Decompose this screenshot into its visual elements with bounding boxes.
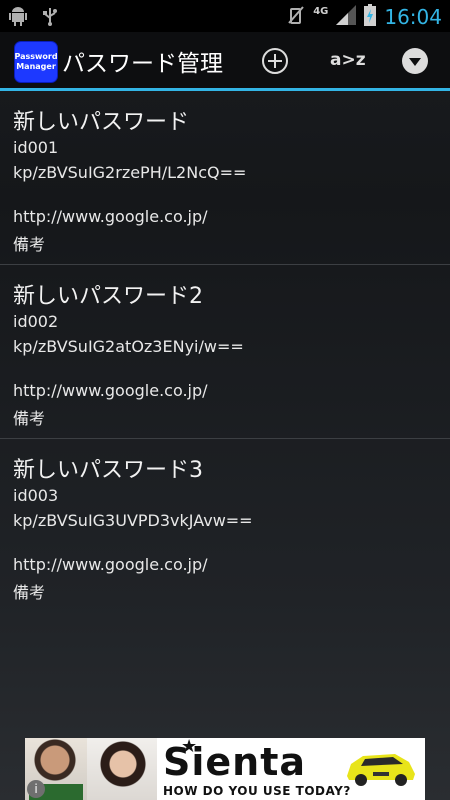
battery-charging-icon (364, 4, 377, 30)
add-circle-icon (262, 48, 288, 74)
app-logo[interactable]: Password Manager (14, 41, 58, 83)
signal-icon (336, 5, 357, 29)
ad-banner[interactable]: ★ Sienta HOW DO YOU USE TODAY? i (25, 738, 425, 800)
android-debug-icon (8, 6, 28, 30)
dropdown-menu-icon (402, 48, 428, 74)
car-icon (347, 754, 415, 786)
add-button[interactable] (260, 46, 290, 76)
entry-id: id001 (13, 138, 59, 157)
entry-password: kp/zBVSuIG2atOz3ENyi/w== (13, 337, 244, 356)
sort-button[interactable]: a>z (330, 50, 366, 80)
action-bar: Password Manager パスワード管理 a>z (0, 32, 450, 91)
clock: 16:04 (384, 5, 442, 29)
entry-note: 備考 (13, 583, 46, 602)
app-logo-line1: Password (14, 52, 58, 61)
entry-password: kp/zBVSuIG2rzePH/L2NcQ== (13, 163, 247, 182)
entry-id: id002 (13, 312, 59, 331)
ad-photo-woman (87, 738, 157, 800)
entry-title: 新しいパスワード2 (13, 284, 203, 309)
ad-brand: Sienta (163, 740, 307, 784)
entry-title: 新しいパスワード3 (13, 458, 203, 483)
entry-url: http://www.google.co.jp/ (13, 207, 208, 226)
entry-id: id003 (13, 486, 59, 505)
list-item[interactable]: 新しいパスワード3 id003 kp/zBVSuIG3UVPD3vkJAvw==… (0, 439, 450, 613)
list-item[interactable]: 新しいパスワード id001 kp/zBVSuIG2rzePH/L2NcQ== … (0, 91, 450, 265)
entry-password: kp/zBVSuIG3UVPD3vkJAvw== (13, 511, 253, 530)
menu-button[interactable] (400, 46, 430, 76)
sort-az-icon: a>z (330, 50, 366, 70)
ad-tagline: HOW DO YOU USE TODAY? (163, 784, 351, 798)
entry-note: 備考 (13, 409, 46, 428)
entry-url: http://www.google.co.jp/ (13, 555, 208, 574)
mute-icon (287, 5, 305, 29)
status-bar: 4G 16:04 (0, 0, 450, 32)
app-logo-line2: Manager (16, 62, 56, 71)
entry-title: 新しいパスワード (13, 110, 190, 135)
usb-icon (42, 6, 58, 30)
entry-url: http://www.google.co.jp/ (13, 381, 208, 400)
list-item[interactable]: 新しいパスワード2 id002 kp/zBVSuIG2atOz3ENyi/w==… (0, 265, 450, 439)
network-type: 4G (313, 5, 329, 17)
password-list: 新しいパスワード id001 kp/zBVSuIG2rzePH/L2NcQ== … (0, 91, 450, 613)
ad-info-icon[interactable]: i (27, 780, 45, 798)
entry-note: 備考 (13, 235, 46, 254)
page-title: パスワード管理 (62, 51, 223, 77)
